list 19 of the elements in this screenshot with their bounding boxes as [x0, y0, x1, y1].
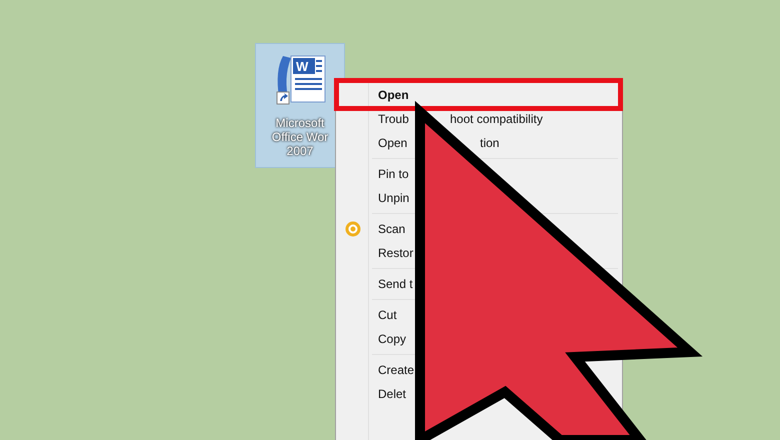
- desktop-shortcut[interactable]: W Microsoft Office Wor 2007: [255, 43, 345, 168]
- menu-item[interactable]: Cut: [378, 308, 397, 322]
- shortcut-label: Office Wor: [272, 130, 328, 144]
- shortcut-label: 2007: [286, 144, 314, 158]
- menu-item[interactable]: Copy: [378, 332, 406, 346]
- menu-item[interactable]: Scan: [378, 222, 406, 236]
- menu-item[interactable]: Pin to: [378, 167, 409, 181]
- menu-item[interactable]: hoot compatibility: [450, 112, 543, 126]
- shortcut-label: Microsoft: [276, 116, 324, 130]
- menu-item[interactable]: tion: [480, 136, 500, 150]
- menu-item[interactable]: Troub: [378, 112, 409, 126]
- menu-item[interactable]: Open: [378, 88, 409, 102]
- scan-icon: [345, 221, 361, 237]
- menu-item[interactable]: Delet: [378, 387, 406, 401]
- menu-item[interactable]: Unpin: [378, 191, 410, 205]
- menu-item[interactable]: Create: [378, 363, 414, 377]
- menu-item[interactable]: Send t: [378, 277, 413, 291]
- menu-item[interactable]: Open: [378, 136, 408, 150]
- menu-item[interactable]: Restor: [378, 246, 414, 260]
